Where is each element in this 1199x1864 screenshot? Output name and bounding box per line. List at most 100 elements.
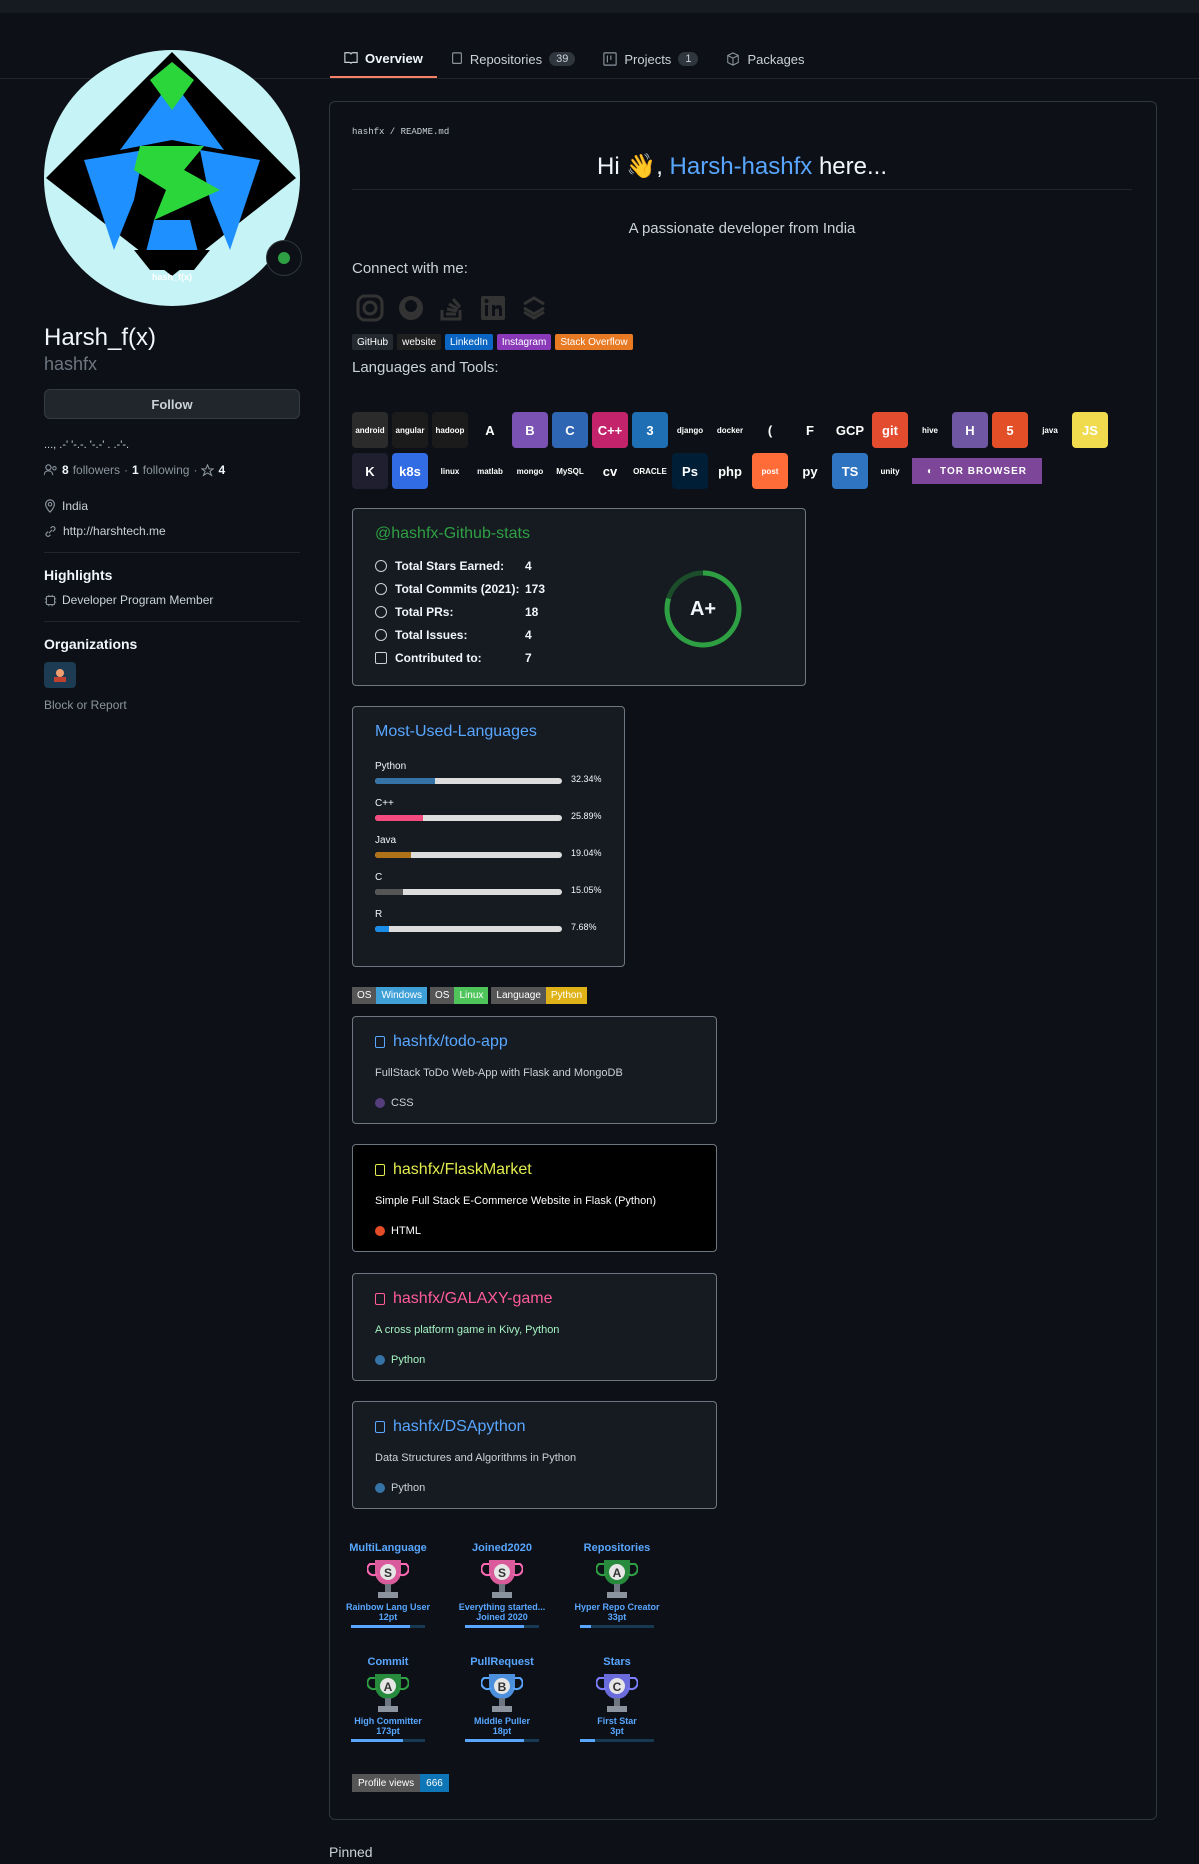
link-icon bbox=[45, 525, 56, 537]
trophy[interactable]: Joined2020 S Everything started... Joined 2… bbox=[454, 1542, 550, 1628]
social-badge[interactable]: Stack Overflow bbox=[555, 334, 633, 350]
tor-browser-badge[interactable]: ◐ TOR BROWSER bbox=[912, 458, 1042, 484]
following-count[interactable]: 1 bbox=[132, 463, 139, 477]
language-dot-icon bbox=[375, 1226, 385, 1236]
social-badge[interactable]: GitHub bbox=[352, 334, 394, 350]
grade-text: A+ bbox=[690, 598, 716, 620]
tool-logo-icon[interactable]: hadoop bbox=[432, 412, 468, 448]
tool-logo-icon[interactable]: angular bbox=[392, 412, 428, 448]
repo-language: Python bbox=[375, 1354, 425, 1366]
tool-logo-icon[interactable]: mongo bbox=[512, 453, 548, 489]
tool-logo-icon[interactable]: unity bbox=[872, 453, 908, 489]
tool-logo-icon[interactable]: C bbox=[552, 412, 588, 448]
tool-logo-icon[interactable]: hive bbox=[912, 412, 948, 448]
greeting-name: Harsh-hashfx bbox=[669, 153, 813, 180]
stats-row-label-wrap: Total Commits (2021): bbox=[375, 582, 525, 596]
trophy[interactable]: MultiLanguage S Rainbow Lang User 12pt bbox=[340, 1542, 436, 1628]
tab-overview[interactable]: Overview bbox=[330, 40, 437, 78]
highlight-item[interactable]: Developer Program Member bbox=[44, 593, 300, 607]
stackoverflow-icon[interactable] bbox=[436, 292, 468, 324]
tool-logo-icon[interactable]: cv bbox=[592, 453, 628, 489]
tool-logo-icon[interactable]: ( bbox=[752, 412, 788, 448]
tool-logo-icon[interactable]: MySQL bbox=[552, 453, 588, 489]
tool-logo-icon[interactable]: php bbox=[712, 453, 748, 489]
following-label[interactable]: following bbox=[143, 463, 190, 477]
tab-label: Overview bbox=[365, 50, 423, 66]
pinned-repo-card[interactable]: hashfx/todo-app FullStack ToDo Web-App wi… bbox=[352, 1016, 717, 1124]
github-icon[interactable] bbox=[395, 292, 427, 324]
tool-logo-icon[interactable]: git bbox=[872, 412, 908, 448]
linkedin-icon[interactable] bbox=[477, 292, 509, 324]
readme-path[interactable]: hashfx / README.md bbox=[352, 127, 449, 137]
tool-logo-icon[interactable]: TS bbox=[832, 453, 868, 489]
tool-logo-icon[interactable]: k8s bbox=[392, 453, 428, 489]
organization-avatar[interactable] bbox=[44, 662, 76, 688]
tool-logo-icon[interactable]: 5 bbox=[992, 412, 1028, 448]
stats-row-label-wrap: Contributed to: bbox=[375, 651, 525, 665]
readme-heading: Hi 👋, Harsh-hashfx here... bbox=[352, 152, 1132, 190]
block-report-link[interactable]: Block or Report bbox=[44, 698, 300, 712]
followers-count[interactable]: 8 bbox=[62, 463, 69, 477]
pinned-heading: Pinned bbox=[329, 1844, 373, 1860]
social-badge[interactable]: LinkedIn bbox=[445, 334, 493, 350]
repo-title[interactable]: hashfx/FlaskMarket bbox=[375, 1161, 532, 1179]
instagram-icon[interactable] bbox=[354, 292, 386, 324]
tool-logo-icon[interactable]: A bbox=[472, 412, 508, 448]
tool-logo-icon[interactable]: post bbox=[752, 453, 788, 489]
tab-repositories[interactable]: Repositories 39 bbox=[437, 40, 590, 78]
tool-logo-icon[interactable]: K bbox=[352, 453, 388, 489]
tool-logo-icon[interactable]: B bbox=[512, 412, 548, 448]
profile-sidebar: hash_f(x) Harsh_f(x) hashfx Follow ..., … bbox=[44, 50, 302, 712]
status-indicator[interactable] bbox=[266, 240, 302, 276]
pinned-repo-card[interactable]: hashfx/DSApython Data Structures and Algo… bbox=[352, 1401, 717, 1509]
tor-icon: ◐ bbox=[927, 465, 935, 477]
tool-logo-icon[interactable]: django bbox=[672, 412, 708, 448]
tool-logo-icon[interactable]: 3 bbox=[632, 412, 668, 448]
trophy[interactable]: PullRequest B Middle Puller 18pt bbox=[454, 1656, 550, 1742]
tab-label: Projects bbox=[624, 51, 672, 67]
tab-label: Repositories bbox=[469, 51, 543, 67]
followers-label[interactable]: followers bbox=[73, 463, 120, 477]
trophy-progress-track bbox=[580, 1625, 654, 1628]
follow-button[interactable]: Follow bbox=[44, 389, 300, 419]
stats-value: 4 bbox=[525, 559, 532, 573]
repo-title[interactable]: hashfx/DSApython bbox=[375, 1418, 526, 1436]
codesandbox-icon[interactable] bbox=[518, 292, 550, 324]
tab-packages[interactable]: Packages bbox=[712, 40, 818, 78]
stars-count[interactable]: 4 bbox=[218, 463, 225, 477]
tool-logo-icon[interactable]: py bbox=[792, 453, 828, 489]
tab-projects[interactable]: Projects 1 bbox=[589, 40, 712, 78]
trophy[interactable]: Commit A High Committer 173pt bbox=[340, 1656, 436, 1742]
tool-logo-icon[interactable]: ORACLE bbox=[632, 453, 668, 489]
website[interactable]: http://harshtech.me bbox=[44, 524, 300, 538]
repo-title[interactable]: hashfx/todo-app bbox=[375, 1033, 508, 1051]
avatar[interactable]: hash_f(x) bbox=[44, 50, 300, 306]
trophy[interactable]: Repositories A Hyper Repo Creator 33pt bbox=[569, 1542, 665, 1628]
pinned-repo-card[interactable]: hashfx/GALAXY-game A cross platform game … bbox=[352, 1273, 717, 1381]
social-badge[interactable]: Instagram bbox=[496, 334, 552, 350]
website-link[interactable]: http://harshtech.me bbox=[63, 524, 166, 538]
github-stats-card[interactable]: @hashfx-Github-stats Total Stars Earned:… bbox=[352, 508, 806, 686]
tool-logo-icon[interactable]: Ps bbox=[672, 453, 708, 489]
tool-logo-icon[interactable]: H bbox=[952, 412, 988, 448]
tool-logo-icon[interactable]: android bbox=[352, 412, 388, 448]
social-badges: GitHub website LinkedIn Instagram Stack Over… bbox=[352, 334, 633, 350]
tool-logo-icon[interactable]: C++ bbox=[592, 412, 628, 448]
tool-logo-icon[interactable]: linux bbox=[432, 453, 468, 489]
tool-logo-icon[interactable]: java bbox=[1032, 412, 1068, 448]
repo-description: FullStack ToDo Web-App with Flask and Mo… bbox=[375, 1067, 623, 1079]
trophy[interactable]: Stars C First Star 3pt bbox=[569, 1656, 665, 1742]
repo-language-label: HTML bbox=[391, 1225, 421, 1237]
pinned-repo-card[interactable]: hashfx/FlaskMarket Simple Full Stack E-Co… bbox=[352, 1144, 717, 1252]
views-count: 666 bbox=[420, 1774, 449, 1792]
social-badge[interactable]: website bbox=[397, 334, 442, 350]
tool-logo-icon[interactable]: GCP bbox=[832, 412, 868, 448]
os-badge: OS Windows bbox=[352, 987, 428, 1004]
repo-title[interactable]: hashfx/GALAXY-game bbox=[375, 1290, 553, 1308]
most-used-languages-card[interactable]: Most-Used-Languages Python 32.34% C++ 25.89… bbox=[352, 706, 625, 967]
tool-logo-icon[interactable]: F bbox=[792, 412, 828, 448]
tool-logo-icon[interactable]: JS bbox=[1072, 412, 1108, 448]
tool-logo-label: C++ bbox=[597, 422, 623, 438]
tool-logo-icon[interactable]: docker bbox=[712, 412, 748, 448]
tool-logo-icon[interactable]: matlab bbox=[472, 453, 508, 489]
